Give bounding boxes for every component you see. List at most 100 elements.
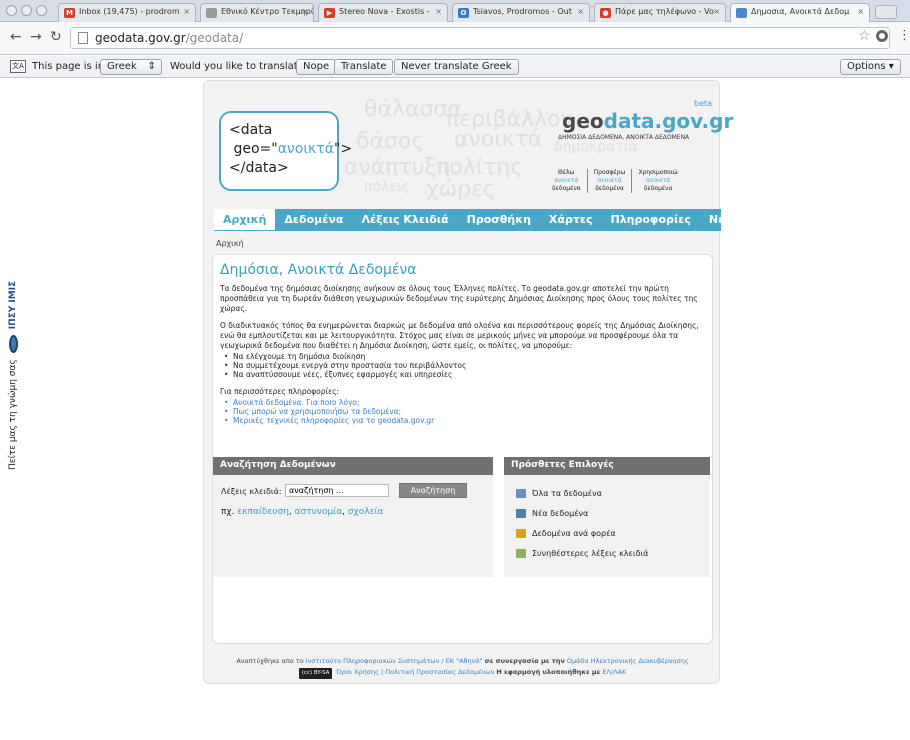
search-box: Αναζήτηση Δεδομένων Λέξεις κλειδιά: Αναζ… <box>213 457 493 577</box>
search-input[interactable] <box>285 484 389 497</box>
close-icon[interactable]: × <box>301 7 308 16</box>
feedback-label: Πείτε μας τη γνώμη σας <box>8 359 18 470</box>
background-word: πόλεις <box>364 179 410 195</box>
header-link-line: Προσφέρω <box>593 169 626 176</box>
goals-paragraph: Ο διαδικτυακός τόπος θα ενημερώνεται δια… <box>220 321 699 350</box>
nav-item[interactable]: Χάρτες <box>540 209 602 230</box>
logo-line1: <data <box>229 122 273 138</box>
keywords-label: Λέξεις κλειδιά: <box>221 487 282 496</box>
terms-links[interactable]: Όροι Χρήσης | Πολιτική Προστασίας Δεδομέ… <box>337 668 495 676</box>
folder-icon <box>516 528 526 538</box>
nope-button[interactable]: Nope <box>296 59 337 75</box>
example-link[interactable]: σχολεία <box>348 507 384 517</box>
new-tab-button[interactable] <box>875 5 897 19</box>
close-window-button[interactable] <box>6 5 17 16</box>
info-link[interactable]: Ανοικτά δεδομένα. Για ποιο λόγο; <box>224 398 705 407</box>
never-translate-button[interactable]: Never translate Greek <box>394 59 519 75</box>
example-link[interactable]: αστυνομία <box>295 507 343 517</box>
browser-tab[interactable]: ● Πάρε μας τηλέφωνο - Vo × <box>594 3 726 22</box>
option-link[interactable]: Όλα τα δεδομένα <box>516 483 648 503</box>
goals-list: Να ελέγχουμε τη δημόσια διοίκησηΝα συμμε… <box>224 352 705 379</box>
close-icon[interactable]: × <box>435 7 442 16</box>
background-word: δημοκρατία <box>554 139 638 155</box>
option-link[interactable]: Νέα δεδομένα <box>516 503 648 523</box>
option-label: Νέα δεδομένα <box>532 508 589 518</box>
menu-icon[interactable]: ⋮ <box>898 28 910 43</box>
institute-link[interactable]: Ινστιτούτο Πληροφοριακών Συστημάτων / ΕΚ… <box>306 657 483 665</box>
site-logo[interactable]: <data geo="ανοικτά"> </data> <box>219 111 353 191</box>
select-arrows-icon: ⇕ <box>147 61 156 72</box>
info-link[interactable]: Πως μπορώ να χρησιμοποιήσω τα δεδομένα; <box>224 407 705 416</box>
nav-item[interactable]: Προσθήκη <box>458 209 540 230</box>
nav-item[interactable]: Πληροφορίες <box>601 209 699 230</box>
brand-tagline: ΔΗΜΟΣΙΑ ΔΕΔΟΜΕΝΑ, ΑΝΟΙΚΤΑ ΔΕΔΟΜΕΝΑ <box>558 134 690 141</box>
info-links: Ανοικτά δεδομένα. Για ποιο λόγο;Πως μπορ… <box>224 398 705 425</box>
browser-tab[interactable]: Δημοσια, Ανοικτά Δεδομ × <box>730 3 870 23</box>
site-footer: Αναπτύχθηκε απο το Ινστιτούτο Πληροφορια… <box>204 656 721 679</box>
nav-item[interactable]: Αρχική <box>214 209 276 230</box>
list-item: Να συμμετέχουμε ενεργά στην προστασία το… <box>224 361 705 370</box>
language-select[interactable]: Greek ⇕ <box>100 59 162 75</box>
cc-license-badge[interactable]: (cc) BY-SA <box>298 668 333 679</box>
forward-arrow-icon[interactable]: → <box>30 30 42 44</box>
browser-tab-label: Δημοσια, Ανοικτά Δεδομ <box>751 7 850 16</box>
header-link[interactable]: Χρησιμοποιώ ανοικτά δεδομένα <box>632 169 683 193</box>
close-icon[interactable]: × <box>857 7 864 16</box>
browser-tab[interactable]: Εθνικό Κέντρο Τεκμηρίωσ× <box>200 3 314 22</box>
background-word: ανοικτά <box>454 127 543 152</box>
background-word: χώρες <box>426 177 496 202</box>
page-icon <box>206 8 217 18</box>
close-icon[interactable]: × <box>183 7 190 16</box>
nav-item[interactable]: Δεδομένα <box>275 209 352 230</box>
zoom-window-button[interactable] <box>36 5 47 16</box>
breadcrumb[interactable]: Αρχική <box>216 239 244 248</box>
extension-icon[interactable] <box>876 30 888 42</box>
info-link[interactable]: Μερικές τεχνικές πληροφορίες για το geod… <box>224 416 705 425</box>
floss-link[interactable]: ΕΛ/ΛΑΚ <box>602 668 626 676</box>
browser-tab[interactable]: O Tsiavos, Prodromos - Out × <box>452 3 590 22</box>
header-link-line: ανοικτά <box>597 177 622 184</box>
bookmark-star-icon[interactable]: ☆ <box>858 28 871 44</box>
browser-tab-label: Tsiavos, Prodromos - Out <box>473 7 572 16</box>
reload-icon[interactable]: ↻ <box>50 30 62 44</box>
page-title: Δημόσια, Ανοικτά Δεδομένα <box>220 262 417 278</box>
gmail-icon: M <box>64 8 75 18</box>
translate-button[interactable]: Translate <box>334 59 394 75</box>
window-controls <box>6 5 47 16</box>
option-link[interactable]: Δεδομένα ανά φορέα <box>516 523 648 543</box>
option-link[interactable]: Συνηθέστερες λέξεις κλειδιά <box>516 543 648 563</box>
options-button[interactable]: Options ▾ <box>840 59 901 75</box>
nav-item[interactable]: Λέξεις Κλειδιά <box>352 209 457 230</box>
phone-icon: ● <box>600 8 611 18</box>
header-links: Θέλω ανοικτά δεδομένα Προσφέρω ανοικτά δεδομέ… <box>546 169 684 193</box>
browser-toolbar: ← → ↻ geodata.gov.gr/geodata/ ☆ ⋮ <box>0 22 910 55</box>
egov-team-link[interactable]: Ομάδα Ηλεκτρονικής Διακυβέρνησης <box>567 657 689 665</box>
header-link-line: ανοικτά <box>646 177 671 184</box>
header-link[interactable]: Θέλω ανοικτά δεδομένα <box>546 169 588 193</box>
minimize-window-button[interactable] <box>21 5 32 16</box>
logo-line2: geo="ανοικτά"> <box>233 141 353 157</box>
close-icon[interactable]: × <box>713 7 720 16</box>
book-icon <box>516 488 526 498</box>
back-arrow-icon[interactable]: ← <box>10 30 22 44</box>
browser-tab-label: Stereo Nova - Exostis - <box>339 7 430 16</box>
browser-tab-label: Εθνικό Κέντρο Τεκμηρίωσ <box>221 7 314 16</box>
nav-item[interactable]: Νέα <box>700 209 721 230</box>
footer-credits: Αναπτύχθηκε απο το Ινστιτούτο Πληροφορια… <box>236 657 689 665</box>
brand-title[interactable]: geodata.gov.gr <box>562 109 733 133</box>
browser-tab[interactable]: ▶ Stereo Nova - Exostis - × <box>318 3 448 22</box>
header-link[interactable]: Προσφέρω ανοικτά δεδομένα <box>588 169 633 193</box>
example-link[interactable]: εκπαίδευση <box>237 507 289 517</box>
youtube-icon: ▶ <box>324 8 335 18</box>
translate-prefix: This page is in <box>32 61 105 72</box>
translate-icon: 文A <box>10 60 26 73</box>
close-icon[interactable]: × <box>577 7 584 16</box>
option-label: Δεδομένα ανά φορέα <box>532 528 616 538</box>
more-info-label: Για περισσότερες πληροφορίες: <box>220 387 340 396</box>
browser-tab[interactable]: M Inbox (19,475) - prodrom × <box>58 3 196 22</box>
address-bar[interactable]: geodata.gov.gr/geodata/ <box>70 27 890 49</box>
feedback-tab[interactable]: Πείτε μας τη γνώμη σας ΙΠΣΥ ΙΜΙΣ <box>6 230 20 470</box>
content-panel: Δημόσια, Ανοικτά Δεδομένα Τα δεδομένα τη… <box>212 254 713 644</box>
search-button[interactable]: Αναζήτηση <box>399 483 467 498</box>
url-host: geodata.gov.gr <box>95 31 186 45</box>
